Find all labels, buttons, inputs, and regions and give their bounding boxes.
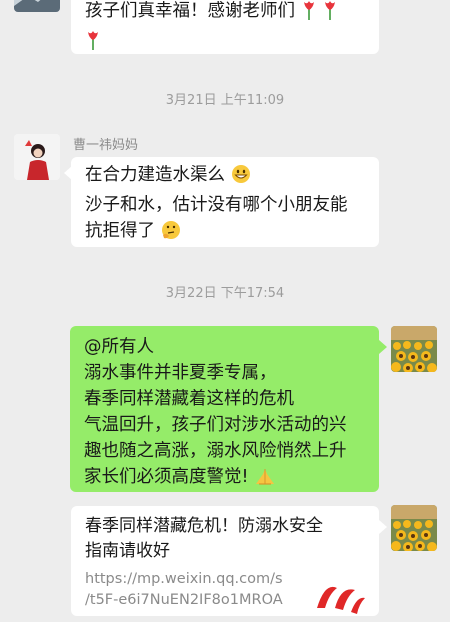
message-text: 趣也随之高涨，溺水风险悄然上升 <box>84 441 347 461</box>
link-title: 指南请收好 <box>85 541 170 561</box>
tulip-icon <box>301 0 317 28</box>
message-text: 孩子们真幸福！感谢老师们 <box>85 1 295 21</box>
message-text: 沙子和水，估计没有哪个小朋友能 <box>85 195 348 215</box>
timestamp: 3月21日 上午11:09 <box>165 93 285 108</box>
message-bubble-incoming[interactable]: 孩子们真幸福！感谢老师们 <box>71 0 379 54</box>
message-text: 春季同样潜藏着这样的危机 <box>84 389 294 409</box>
message-text: @所有人 <box>84 337 154 357</box>
message-bubble-incoming[interactable]: 在合力建造水渠么 沙子和水，估计没有哪个小朋友能 抗拒得了 <box>71 157 379 247</box>
folded-hands-icon <box>254 466 276 494</box>
timestamp: 3月22日 下午17:54 <box>165 286 285 301</box>
avatar-previous-sender[interactable] <box>14 0 60 12</box>
avatar-self[interactable] <box>391 326 437 372</box>
bubble-tail <box>379 340 387 354</box>
message-text: 家长们必须高度警觉! <box>84 467 249 487</box>
thinking-face-icon <box>161 220 181 248</box>
avatar-sender[interactable] <box>14 134 60 180</box>
message-bubble-outgoing[interactable]: @所有人 溺水事件并非夏季专属， 春季同样潜藏着这样的危机 气温回升，孩子们对涉… <box>70 326 379 492</box>
tulip-icon <box>322 0 338 28</box>
sender-name: 曹一祎妈妈 <box>73 138 139 153</box>
message-text: 抗拒得了 <box>85 221 155 241</box>
bubble-tail <box>379 520 387 534</box>
tulip-icon <box>85 30 101 58</box>
link-thumbnail <box>311 578 367 614</box>
message-text: 在合力建造水渠么 <box>85 165 225 185</box>
link-title: 春季同样潜藏危机！防溺水安全 <box>85 516 323 536</box>
avatar-self[interactable] <box>391 505 437 551</box>
message-text: 气温回升，孩子们对涉水活动的兴 <box>84 415 347 435</box>
grinning-face-icon <box>231 164 251 192</box>
message-text: 溺水事件并非夏季专属， <box>84 363 277 383</box>
